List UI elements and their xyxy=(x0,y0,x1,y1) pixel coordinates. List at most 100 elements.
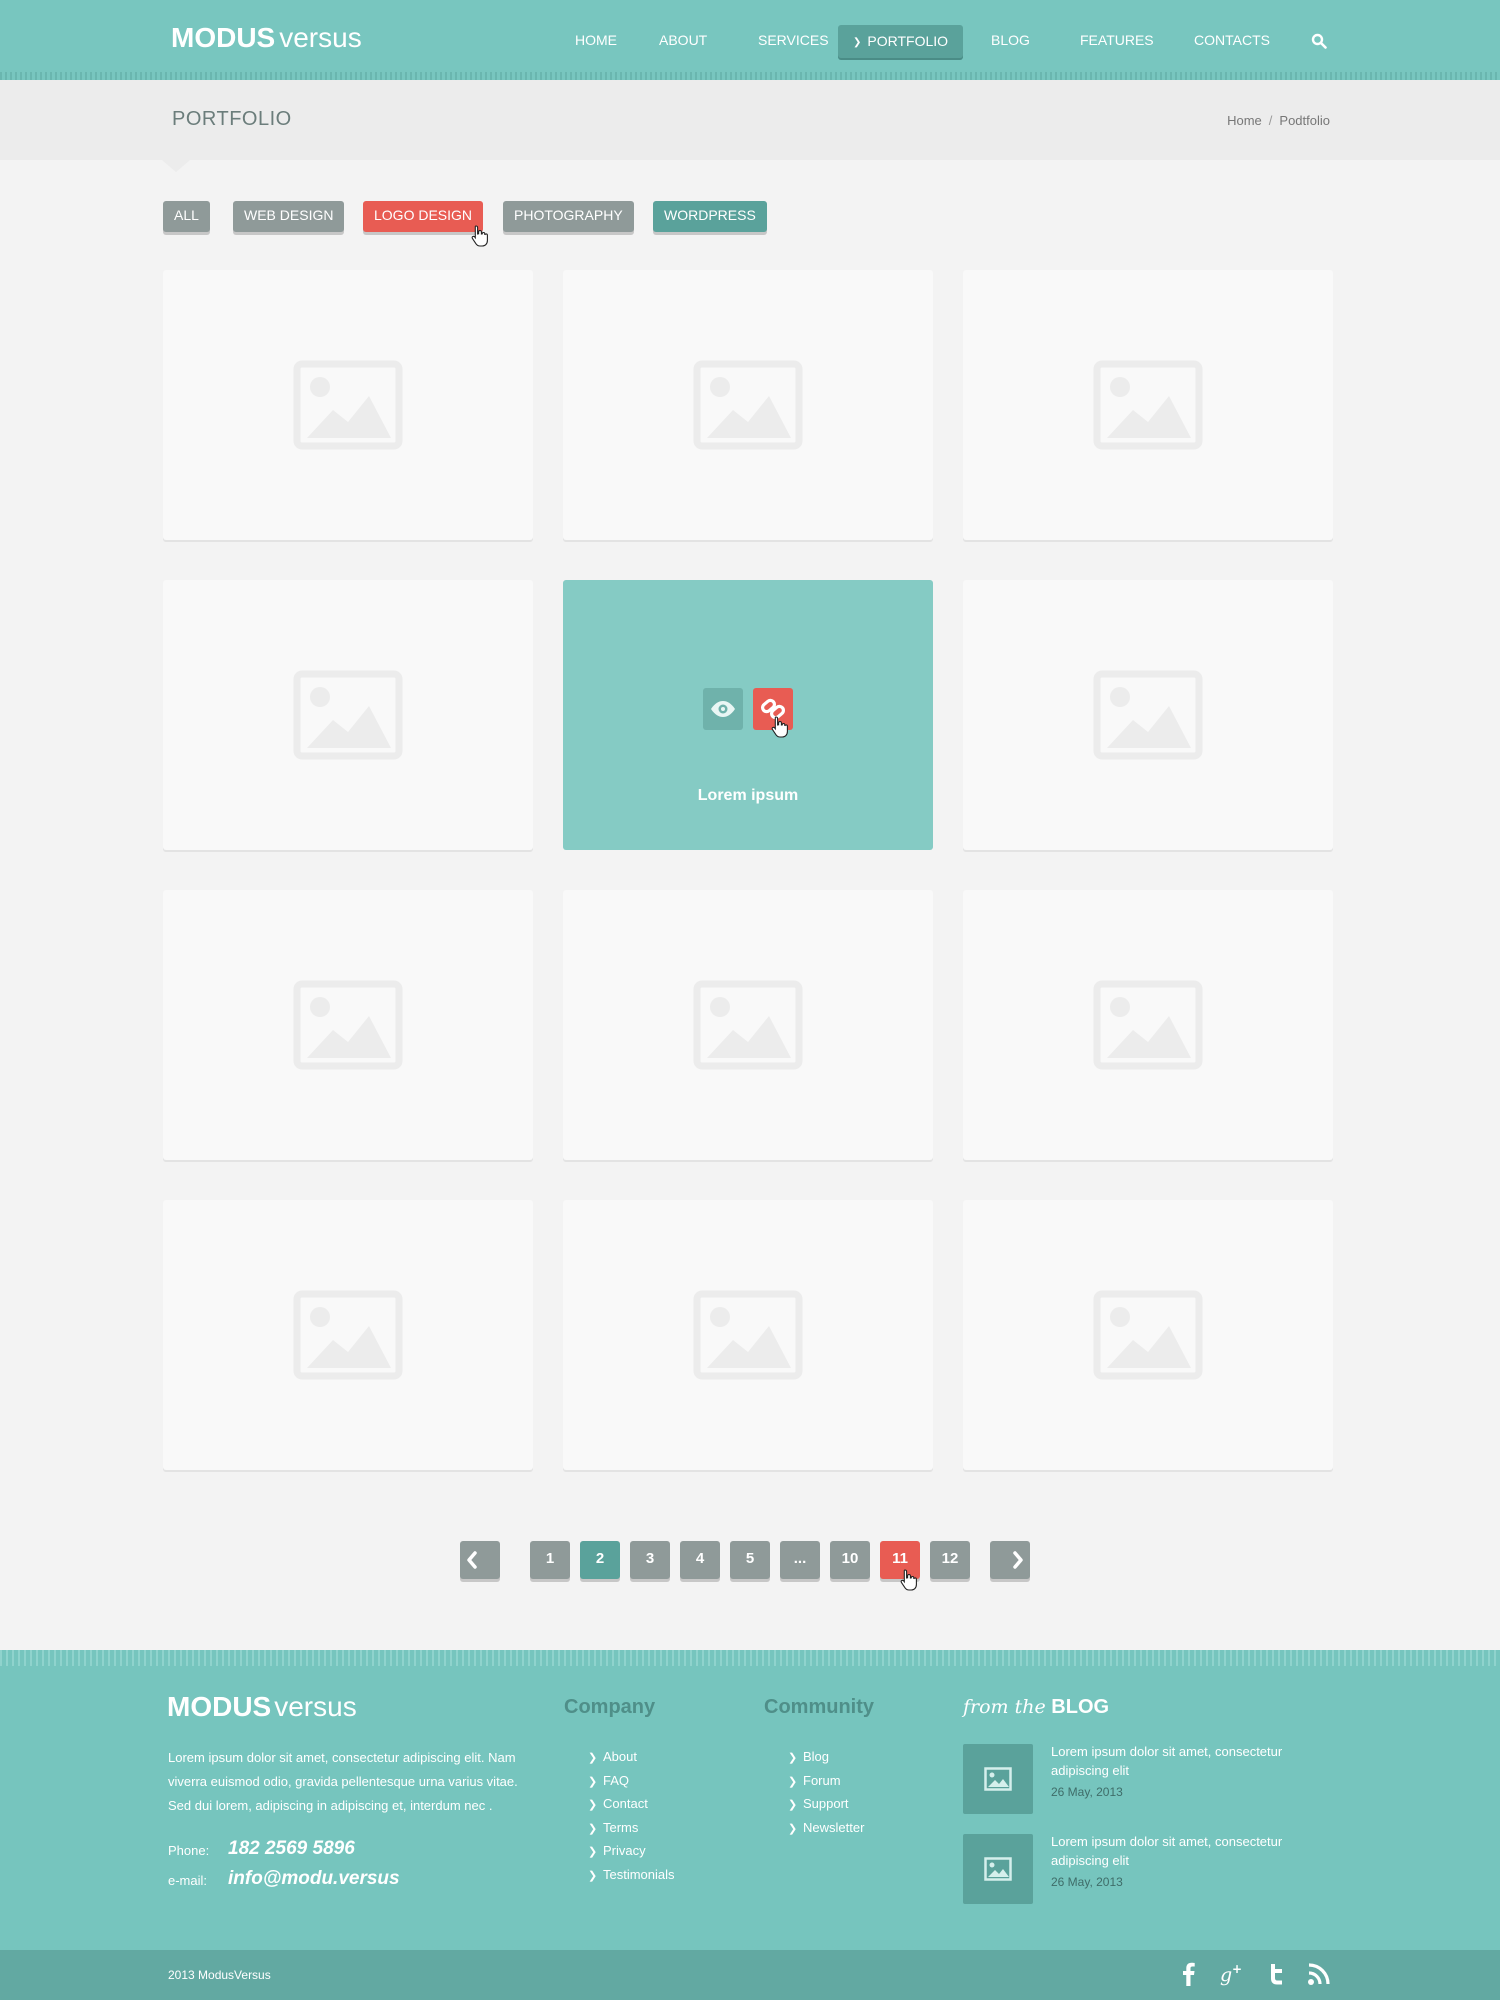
footer-company-link-label: Terms xyxy=(603,1819,639,1835)
hand-cursor-icon xyxy=(900,1569,917,1591)
footer-company-link[interactable]: ❯ FAQ xyxy=(588,1769,675,1793)
footer-company-link-label: Contact xyxy=(603,1796,648,1811)
footer-community-link[interactable]: ❯ Newsletter xyxy=(788,1816,864,1840)
footer-company-link[interactable]: ❯ Privacy xyxy=(588,1839,675,1863)
image-placeholder-icon xyxy=(693,360,803,450)
nav-services[interactable]: SERVICES xyxy=(758,24,829,57)
chevron-right-icon: ❯ xyxy=(788,1775,798,1788)
filter-all[interactable]: ALL xyxy=(163,201,210,232)
nav-about[interactable]: ABOUT xyxy=(659,24,707,57)
view-button[interactable] xyxy=(703,688,743,730)
portfolio-item[interactable] xyxy=(963,890,1333,1160)
portfolio-item[interactable] xyxy=(163,890,533,1160)
company-links: ❯ About ❯ FAQ ❯ Contact ❯ Terms ❯ Privacy ❯ Testimo… xyxy=(588,1745,675,1886)
post-title[interactable]: Lorem ipsum dolor sit amet, consectetur … xyxy=(1051,1832,1321,1870)
footer-company-link[interactable]: ❯ Contact xyxy=(588,1792,675,1816)
search-icon[interactable] xyxy=(1311,33,1327,49)
filter-wordpress[interactable]: WORDPRESS xyxy=(653,201,767,232)
community-heading: Community xyxy=(764,1696,874,1718)
footer-logo[interactable]: MODUS versus xyxy=(167,1691,357,1723)
pagination-page[interactable]: 3 xyxy=(630,1541,670,1579)
copyright-text: 2013 ModusVersus xyxy=(168,1968,271,1982)
filter-web-design[interactable]: WEB DESIGN xyxy=(233,201,345,232)
chevron-right-icon: ❯ xyxy=(788,1822,798,1835)
title-bar-notch xyxy=(162,160,190,172)
page-title: PORTFOLIO xyxy=(172,108,292,130)
chevron-right-icon: ❯ xyxy=(588,1799,598,1811)
pagination-page[interactable]: 2 xyxy=(580,1541,620,1579)
footer-community-link[interactable]: ❯ Blog xyxy=(788,1745,864,1769)
pagination-next-button[interactable] xyxy=(990,1541,1030,1579)
twitter-icon[interactable] xyxy=(1263,1961,1289,1987)
post-title[interactable]: Lorem ipsum dolor sit amet, consectetur … xyxy=(1051,1742,1321,1780)
footer-company-link-label: Privacy xyxy=(603,1843,646,1858)
blog-heading-italic: from the xyxy=(963,1696,1046,1718)
image-placeholder-icon xyxy=(293,1290,403,1380)
footer-community-link[interactable]: ❯ Forum xyxy=(788,1769,864,1793)
nav-home[interactable]: HOME xyxy=(575,24,617,57)
nav-portfolio[interactable]: ❯ PORTFOLIO xyxy=(838,25,964,58)
footer-edge-pattern xyxy=(0,1650,1500,1666)
chevron-left-icon xyxy=(467,1551,477,1569)
chevron-right-icon: ❯ xyxy=(788,1752,798,1764)
company-heading: Company xyxy=(564,1696,656,1718)
breadcrumb-home[interactable]: Home xyxy=(1227,113,1262,128)
footer-company-link[interactable]: ❯ Terms xyxy=(588,1816,675,1840)
hand-cursor-icon xyxy=(471,225,488,247)
email-label: e-mail: xyxy=(168,1873,208,1888)
post-thumbnail[interactable] xyxy=(963,1834,1033,1904)
eye-icon xyxy=(711,701,735,717)
rss-icon[interactable] xyxy=(1306,1961,1332,1987)
site-logo[interactable]: MODUS versus xyxy=(171,20,362,56)
portfolio-item[interactable] xyxy=(163,270,533,540)
breadcrumb-separator: / xyxy=(1268,113,1273,128)
footer-community-link[interactable]: ❯ Support xyxy=(788,1792,864,1816)
portfolio-item[interactable] xyxy=(163,580,533,850)
portfolio-item[interactable] xyxy=(963,580,1333,850)
image-placeholder-icon xyxy=(293,670,403,760)
facebook-icon[interactable] xyxy=(1176,1961,1202,1987)
breadcrumb: Home / Podtfolio xyxy=(1227,113,1330,128)
footer-community-link-label: Forum xyxy=(803,1772,841,1788)
pagination-page[interactable]: 5 xyxy=(730,1541,770,1579)
portfolio-item-caption: Lorem ipsum xyxy=(697,787,799,804)
footer-company-link[interactable]: ❯ About xyxy=(588,1745,675,1769)
portfolio-item[interactable] xyxy=(563,270,933,540)
portfolio-item[interactable] xyxy=(563,890,933,1160)
footer-company-link[interactable]: ❯ Testimonials xyxy=(588,1863,675,1887)
breadcrumb-current: Podtfolio xyxy=(1279,113,1330,128)
footer-community-link-label: Newsletter xyxy=(803,1819,865,1835)
chevron-right-icon xyxy=(1013,1551,1023,1569)
pagination-page[interactable]: 12 xyxy=(930,1541,970,1579)
filter-logo-design[interactable]: LOGO DESIGN xyxy=(363,201,484,232)
logo-light: versus xyxy=(279,22,362,53)
nav-blog[interactable]: BLOG xyxy=(991,24,1030,57)
email-address[interactable]: info@modu.versus xyxy=(228,1868,400,1890)
post-date: 26 May, 2013 xyxy=(1051,1785,1123,1799)
nav-features[interactable]: FEATURES xyxy=(1080,24,1154,57)
image-placeholder-icon xyxy=(984,1857,1012,1881)
portfolio-item-hovered[interactable]: Lorem ipsum xyxy=(563,580,933,850)
footer-company-link-label: Testimonials xyxy=(603,1866,675,1882)
blog-heading: from the BLOG xyxy=(963,1696,1109,1719)
pagination-page[interactable]: 4 xyxy=(680,1541,720,1579)
community-links: ❯ Blog ❯ Forum ❯ Support ❯ Newsletter xyxy=(788,1745,864,1839)
portfolio-item[interactable] xyxy=(963,270,1333,540)
image-placeholder-icon xyxy=(984,1767,1012,1791)
filter-photography[interactable]: PHOTOGRAPHY xyxy=(503,201,634,232)
portfolio-item[interactable] xyxy=(563,1200,933,1470)
post-date: 26 May, 2013 xyxy=(1051,1875,1123,1889)
pagination-page[interactable]: 1 xyxy=(530,1541,570,1579)
phone-number[interactable]: 182 2569 5896 xyxy=(228,1838,355,1860)
pagination-prev-button[interactable] xyxy=(460,1541,500,1579)
pagination-page[interactable]: 10 xyxy=(830,1541,870,1579)
nav-contacts[interactable]: CONTACTS xyxy=(1194,24,1270,57)
portfolio-item[interactable] xyxy=(163,1200,533,1470)
header-edge-pattern xyxy=(0,72,1500,80)
image-placeholder-icon xyxy=(693,1290,803,1380)
chevron-down-icon: ❯ xyxy=(853,37,862,48)
portfolio-item[interactable] xyxy=(963,1200,1333,1470)
google-plus-icon[interactable]: g + xyxy=(1219,1961,1245,1987)
post-thumbnail[interactable] xyxy=(963,1744,1033,1814)
blog-heading-bold: BLOG xyxy=(1051,1696,1110,1718)
